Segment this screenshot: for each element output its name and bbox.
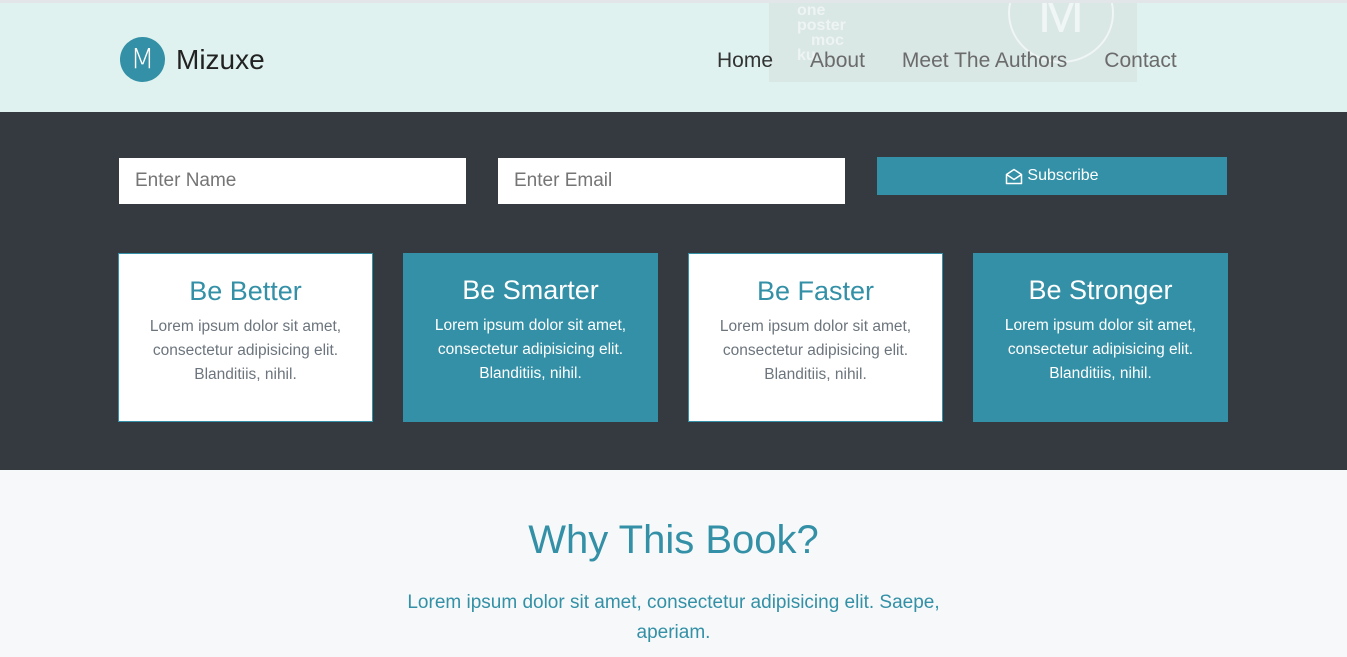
envelope-open-icon	[1006, 168, 1023, 184]
name-input[interactable]	[119, 158, 466, 204]
feature-card-stronger: Be Stronger Lorem ipsum dolor sit amet, …	[973, 253, 1228, 422]
brand-logo-icon: M	[120, 37, 165, 82]
why-section-title: Why This Book?	[528, 518, 819, 562]
brand-link[interactable]: M Mizuxe	[120, 37, 265, 82]
card-title: Be Smarter	[462, 275, 599, 305]
feature-card-smarter: Be Smarter Lorem ipsum dolor sit amet, c…	[403, 253, 658, 422]
email-input[interactable]	[498, 158, 845, 204]
subscribe-section: Subscribe Be Better Lorem ipsum dolor si…	[0, 112, 1347, 470]
brand-name: Mizuxe	[176, 43, 265, 75]
subscribe-button-label: Subscribe	[1027, 167, 1099, 184]
card-text: Lorem ipsum dolor sit amet, consectetur …	[1004, 317, 1197, 382]
nav-link-contact[interactable]: Contact	[1104, 49, 1176, 73]
feature-card-better: Be Better Lorem ipsum dolor sit amet, co…	[118, 253, 373, 422]
card-title: Be Faster	[756, 276, 875, 306]
feature-card-faster: Be Faster Lorem ipsum dolor sit amet, co…	[688, 253, 943, 422]
nav-link-home[interactable]: Home	[717, 49, 773, 73]
navbar: one poster moc ku M M Mizuxe Home About …	[0, 0, 1347, 112]
subscribe-button[interactable]: Subscribe	[877, 157, 1227, 195]
nav-link-authors[interactable]: Meet The Authors	[902, 49, 1067, 73]
card-text: Lorem ipsum dolor sit amet, consectetur …	[434, 317, 627, 382]
nav-links: Home About Meet The Authors Contact	[717, 49, 1214, 73]
card-title: Be Stronger	[1028, 275, 1173, 305]
card-text: Lorem ipsum dolor sit amet, consectetur …	[149, 318, 342, 383]
card-text: Lorem ipsum dolor sit amet, consectetur …	[719, 318, 912, 383]
card-title: Be Better	[189, 276, 302, 306]
why-section-text: Lorem ipsum dolor sit amet, consectetur …	[407, 592, 940, 643]
nav-link-about[interactable]: About	[810, 49, 865, 73]
